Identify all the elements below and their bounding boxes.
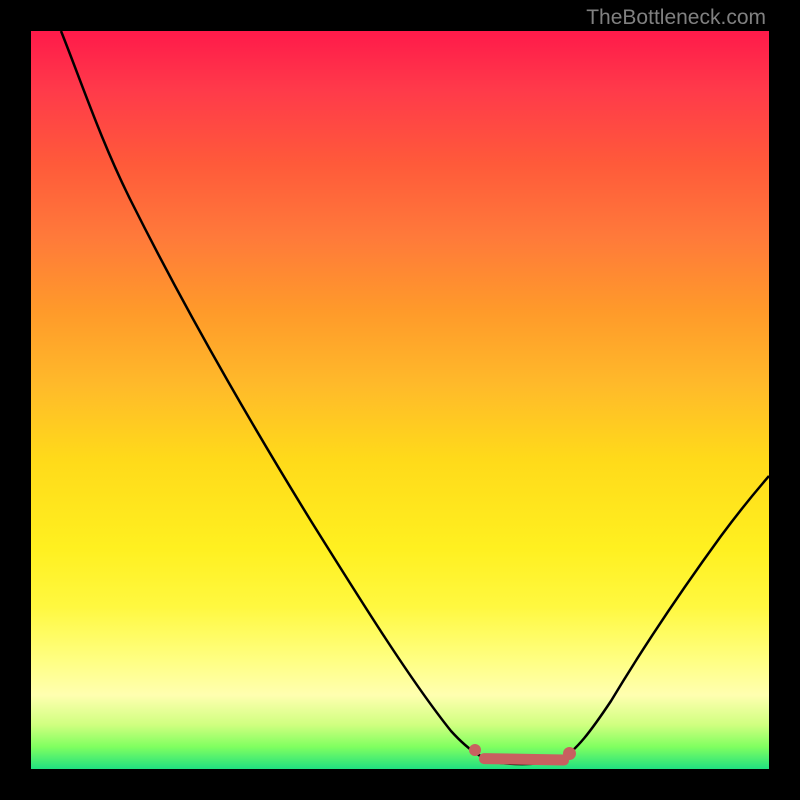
watermark-text: TheBottleneck.com [586,6,766,30]
marker-end-dot [563,747,576,760]
chart-container: TheBottleneck.com [0,0,800,800]
curve-svg [31,31,769,769]
marker-segment [479,753,569,766]
plot-area [31,31,769,769]
bottleneck-curve [61,31,769,764]
